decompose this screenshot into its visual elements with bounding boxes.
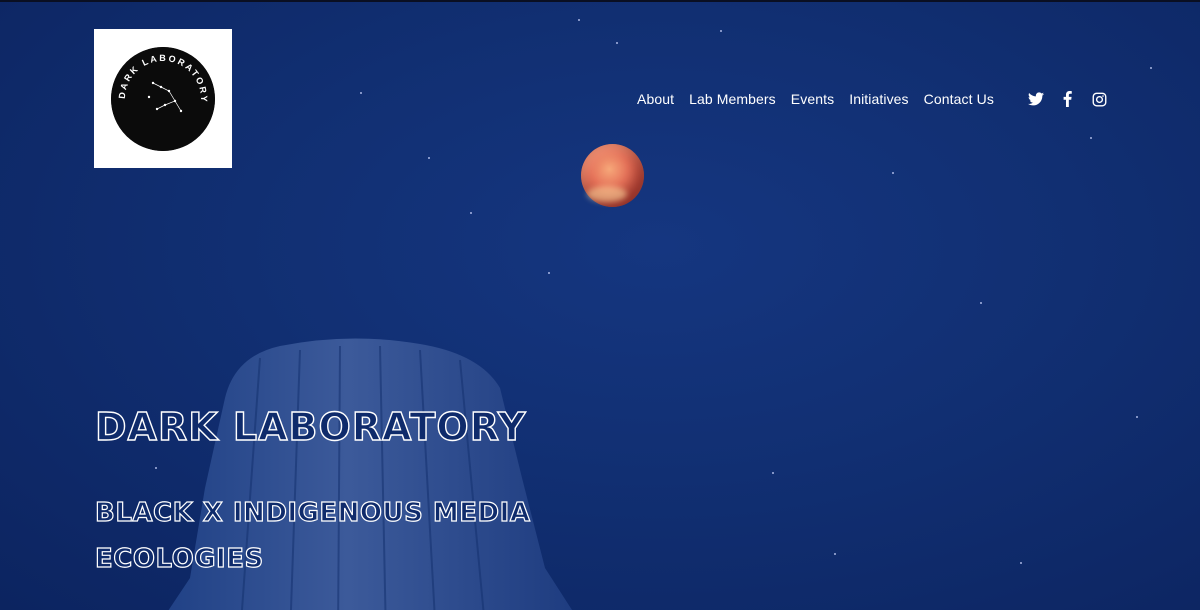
hero-section: DARK LABORATORY About Lab Members Events… [0, 0, 1200, 610]
moon-image [581, 144, 644, 207]
twitter-icon[interactable] [1027, 91, 1044, 107]
nav-lab-members[interactable]: Lab Members [689, 88, 776, 110]
facebook-icon[interactable] [1060, 91, 1076, 107]
site-logo[interactable]: DARK LABORATORY [94, 29, 232, 168]
nav-initiatives[interactable]: Initiatives [849, 88, 908, 110]
nav-events[interactable]: Events [791, 88, 834, 110]
page-subtitle: BLACK X INDIGENOUS MEDIA ECOLOGIES [94, 497, 531, 574]
social-links [1027, 91, 1124, 107]
page-title: DARK LABORATORY [94, 404, 527, 449]
instagram-icon[interactable] [1092, 91, 1108, 107]
main-nav: About Lab Members Events Initiatives Con… [630, 88, 1124, 110]
nav-contact-us[interactable]: Contact Us [924, 88, 994, 110]
logo-emblem: DARK LABORATORY [111, 46, 215, 151]
nav-about[interactable]: About [637, 88, 674, 110]
